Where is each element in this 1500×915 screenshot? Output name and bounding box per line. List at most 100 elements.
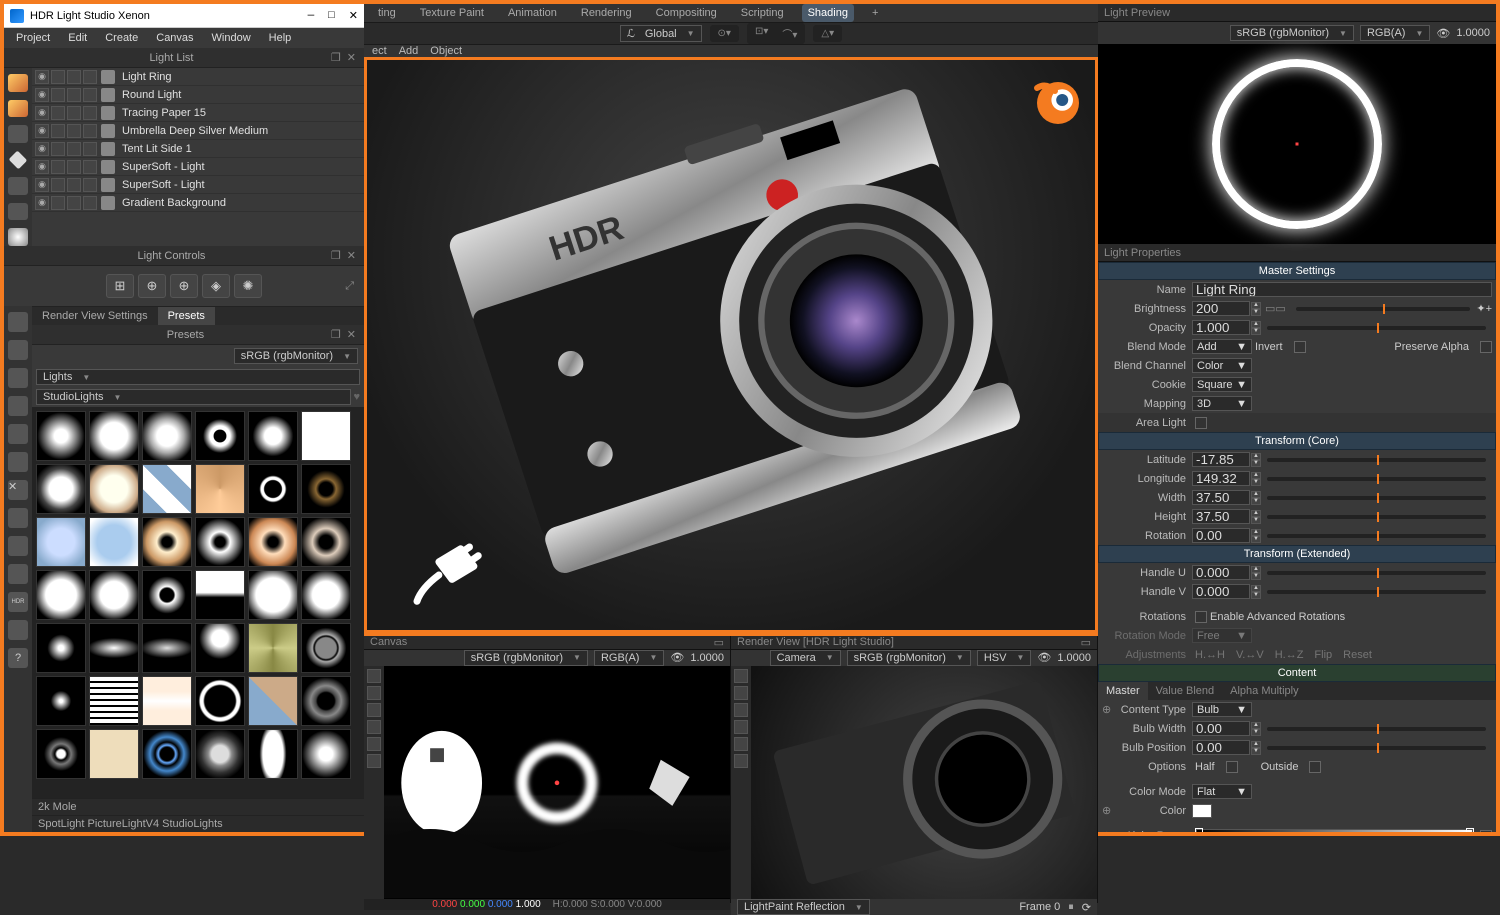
preset-thumb[interactable] (301, 517, 351, 567)
workspace-tab[interactable]: Scripting (735, 4, 790, 22)
gear-icon[interactable] (8, 536, 28, 556)
handlev-slider[interactable] (1267, 590, 1486, 594)
tool-icon[interactable] (734, 720, 748, 734)
preset-thumb[interactable] (142, 729, 192, 779)
brush-tool-icon[interactable] (8, 74, 28, 92)
preset-thumb[interactable] (36, 464, 86, 514)
expand-icon[interactable]: ⤢ (345, 280, 354, 293)
global-dropdown[interactable]: ℒGlobal▼ (620, 25, 702, 42)
transform-core-header[interactable]: Transform (Core) (1098, 432, 1496, 450)
preset-thumb[interactable] (36, 570, 86, 620)
nudge-left-button[interactable]: ⊞ (106, 274, 134, 298)
tool-icon[interactable] (8, 125, 28, 143)
transform-seg[interactable]: ⊙▾ (710, 25, 739, 42)
preset-thumb[interactable] (301, 623, 351, 673)
alpha-ramp-gradient[interactable] (1196, 829, 1473, 833)
latitude-slider[interactable] (1267, 458, 1486, 462)
lightpaint-dropdown[interactable]: LightPaint Reflection▼ (737, 899, 870, 915)
lock-icon[interactable] (67, 142, 81, 156)
preset-thumb[interactable] (142, 464, 192, 514)
solo-icon[interactable] (51, 124, 65, 138)
lock-icon[interactable] (67, 106, 81, 120)
visibility-icon[interactable]: ◉ (35, 196, 49, 210)
rotation-slider[interactable] (1267, 534, 1486, 538)
preset-thumb[interactable] (36, 517, 86, 567)
preset-thumb[interactable] (248, 729, 298, 779)
preset-thumb[interactable] (142, 517, 192, 567)
longitude-slider[interactable] (1267, 477, 1486, 481)
preset-thumb[interactable] (195, 623, 245, 673)
workspace-tab[interactable]: Texture Paint (414, 4, 490, 22)
visibility-icon[interactable]: ◉ (35, 142, 49, 156)
visibility-icon[interactable]: ◉ (35, 178, 49, 192)
popout-icon[interactable]: ❐ (331, 328, 341, 341)
preset-thumb[interactable] (195, 411, 245, 461)
extra-icon[interactable] (83, 178, 97, 192)
visibility-icon[interactable]: ◉ (35, 106, 49, 120)
handlev-input[interactable] (1192, 584, 1250, 599)
light-row[interactable]: ◉Round Light (32, 86, 364, 104)
content-tab-valueblend[interactable]: Value Blend (1148, 682, 1223, 700)
canvas-colorspace-dropdown[interactable]: sRGB (rgbMonitor)▼ (464, 650, 588, 666)
contenttype-dropdown[interactable]: Bulb▼ (1192, 702, 1252, 717)
gear-icon[interactable] (8, 564, 28, 584)
add-icon[interactable]: ✦+ (1476, 302, 1492, 315)
preset-thumb[interactable] (89, 570, 139, 620)
brush2-tool-icon[interactable] (8, 100, 28, 118)
workspace-tab[interactable]: + (866, 4, 884, 22)
menu-help[interactable]: Help (261, 30, 300, 46)
width-slider[interactable] (1267, 496, 1486, 500)
lights-dropdown[interactable]: Lights▼ (36, 369, 360, 385)
gear-icon[interactable] (8, 424, 28, 444)
extra-icon[interactable] (83, 196, 97, 210)
menu-add[interactable]: Add (399, 45, 419, 57)
preset-thumb[interactable] (195, 729, 245, 779)
preset-thumb[interactable] (142, 623, 192, 673)
tool-icon[interactable] (734, 703, 748, 717)
extra-icon[interactable] (83, 160, 97, 174)
tool-icon[interactable] (367, 703, 381, 717)
eye-icon[interactable]: 👁 (670, 651, 684, 664)
visibility-icon[interactable]: ◉ (35, 160, 49, 174)
color-swatch[interactable] (1192, 804, 1212, 818)
visibility-icon[interactable]: ◉ (35, 88, 49, 102)
bulbwidth-input[interactable] (1192, 721, 1250, 736)
light-row[interactable]: ◉Gradient Background (32, 194, 364, 212)
help-icon[interactable]: ? (8, 648, 28, 668)
side-icon[interactable] (8, 340, 28, 360)
solo-icon[interactable] (51, 142, 65, 156)
preset-thumb[interactable] (248, 517, 298, 567)
snap-seg[interactable]: ⊡▾⌒▾ (747, 23, 805, 44)
lock-icon[interactable] (67, 124, 81, 138)
extra-icon[interactable] (83, 88, 97, 102)
colormode-dropdown[interactable]: Flat▼ (1192, 784, 1252, 799)
popout-icon[interactable]: ❐ (331, 51, 341, 64)
opacity-input[interactable] (1192, 320, 1250, 335)
preset-thumb[interactable] (195, 570, 245, 620)
scale-button[interactable]: ✺ (234, 274, 262, 298)
latitude-input[interactable] (1192, 452, 1250, 467)
brightness-slider[interactable] (1296, 307, 1471, 311)
preset-thumb[interactable] (195, 676, 245, 726)
preset-thumb[interactable] (142, 570, 192, 620)
eye-icon[interactable]: 👁 (1436, 27, 1450, 40)
preset-thumb[interactable] (248, 570, 298, 620)
half-checkbox[interactable] (1226, 761, 1238, 773)
rv-colorspace-dropdown[interactable]: sRGB (rgbMonitor)▼ (847, 650, 971, 666)
nudge-right-button[interactable]: ⊕ (170, 274, 198, 298)
menu-create[interactable]: Create (97, 30, 146, 46)
brightness-input[interactable] (1192, 301, 1250, 316)
ramp-toggle[interactable] (1480, 830, 1492, 833)
workspace-tab[interactable]: Compositing (650, 4, 723, 22)
hdr-icon[interactable]: HDR (8, 592, 28, 612)
preset-thumb[interactable] (248, 676, 298, 726)
tool-icon[interactable] (734, 754, 748, 768)
tool-icon[interactable] (367, 686, 381, 700)
light-preview[interactable] (1098, 44, 1496, 244)
handleu-slider[interactable] (1267, 571, 1486, 575)
lock-icon[interactable] (67, 178, 81, 192)
opacity-slider[interactable] (1267, 326, 1486, 330)
menu-select[interactable]: ect (372, 45, 387, 57)
invert-checkbox[interactable] (1294, 341, 1306, 353)
extra-icon[interactable] (83, 106, 97, 120)
